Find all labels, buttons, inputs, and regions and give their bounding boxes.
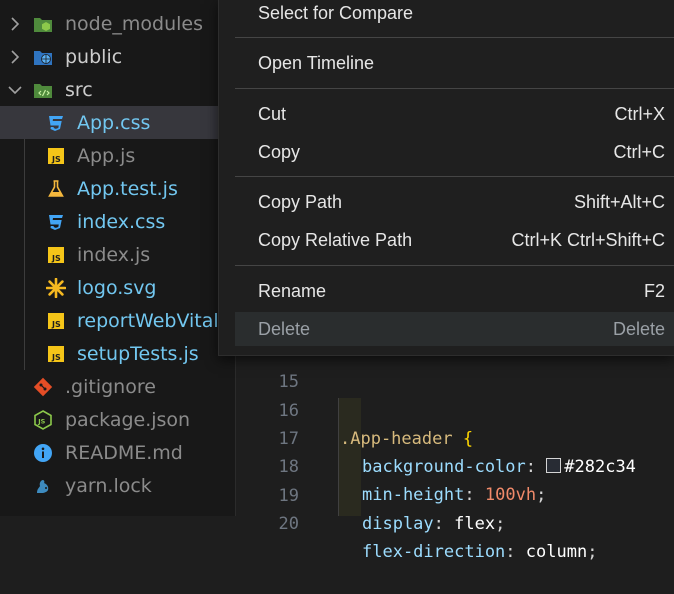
tree-item-label: App.test.js (77, 177, 178, 200)
open-timeline-menu-item[interactable]: Open Timeline (235, 46, 674, 80)
svg-file-icon (46, 277, 66, 298)
tree-item-label: package.json (65, 408, 191, 431)
tree-item-package-json[interactable]: JS package.json (0, 403, 236, 436)
info-file-icon (33, 443, 53, 463)
tree-item-label: public (65, 45, 123, 68)
menu-item-label: Open Timeline (258, 52, 375, 73)
copy-menu-item[interactable]: Copy Ctrl+C (235, 135, 674, 169)
tree-item-logo-svg[interactable]: logo.svg (0, 271, 236, 304)
menu-item-label: Copy Relative Path (258, 229, 413, 250)
git-file-icon (33, 377, 53, 397)
tree-item-src[interactable]: src (0, 73, 236, 106)
line-number: 20 (278, 514, 299, 534)
svg-text:JS: JS (51, 155, 61, 164)
tree-item-label: index.css (77, 210, 166, 233)
nodejs-file-icon: JS (33, 409, 53, 430)
menu-item-shortcut: Ctrl+C (613, 141, 665, 162)
tree-item-label: src (65, 78, 93, 101)
css-property: flex-direction (362, 542, 506, 562)
menu-item-shortcut: Delete (612, 318, 665, 339)
menu-separator (235, 37, 674, 38)
code-line: 20 flex-direction: column; (236, 482, 674, 562)
menu-item-label: Select for Compare (258, 2, 414, 23)
tree-item-label: logo.svg (77, 276, 157, 299)
tree-item-readme[interactable]: README.md (0, 436, 236, 469)
tree-item-label: App.js (77, 144, 136, 167)
tree-item-node-modules[interactable]: node_modules (0, 7, 236, 40)
menu-item-label: Delete (258, 318, 311, 339)
tree-item-label: .gitignore (65, 375, 156, 398)
tree-item-app-js[interactable]: JS App.js (0, 139, 236, 172)
tree-item-label: index.js (77, 243, 151, 266)
folder-public-icon (33, 47, 53, 67)
code-line: 17 background-color: #282c34 (236, 397, 674, 477)
menu-item-shortcut: F2 (643, 280, 665, 301)
menu-item-shortcut: Ctrl+X (614, 103, 665, 124)
code-line: 19 display: flex; (236, 454, 674, 534)
cut-menu-item[interactable]: Cut Ctrl+X (235, 97, 674, 131)
tree-item-app-css[interactable]: App.css (0, 106, 236, 139)
semicolon: ; (587, 542, 598, 562)
tree-item-label: setupTests.js (77, 342, 199, 365)
js-file-icon: JS (46, 344, 66, 364)
chevron-right-icon (8, 16, 22, 32)
menu-item-label: Cut (258, 103, 287, 124)
menu-item-label: Rename (258, 280, 327, 301)
svg-text:JS: JS (37, 417, 45, 425)
tree-item-setup-tests[interactable]: JS setupTests.js (0, 337, 236, 370)
svg-text:JS: JS (51, 320, 61, 329)
svg-text:JS: JS (51, 353, 61, 362)
tree-item-label: README.md (65, 441, 183, 464)
js-file-icon: JS (46, 311, 66, 331)
copy-relative-path-menu-item[interactable]: Copy Relative Path Ctrl+K Ctrl+Shift+C (235, 223, 674, 257)
menu-item-shortcut: Shift+Alt+C (573, 191, 665, 212)
code-line: 18 min-height: 100vh; (236, 425, 674, 505)
tree-item-label: yarn.lock (65, 474, 152, 497)
tree-item-label: App.css (77, 111, 151, 134)
js-file-icon: JS (46, 146, 66, 166)
folder-node-icon (33, 14, 53, 34)
tree-item-index-css[interactable]: index.css (0, 205, 236, 238)
tree-item-label: reportWebVitals (77, 309, 229, 332)
tree-item-index-js[interactable]: JS index.js (0, 238, 236, 271)
tree-item-report-web-vitals[interactable]: JS reportWebVitals (0, 304, 236, 337)
yarn-file-icon (33, 476, 53, 496)
folder-src-icon (33, 80, 53, 100)
js-file-icon: JS (46, 245, 66, 265)
tree-item-public[interactable]: public (0, 40, 236, 73)
explorer-sidebar: node_modules public src App.css JS App.j… (0, 0, 236, 516)
chevron-right-icon (8, 49, 22, 65)
delete-menu-item[interactable]: Delete Delete (235, 312, 674, 346)
menu-separator (235, 88, 674, 89)
semicolon: ; (495, 514, 506, 534)
menu-item-label: Copy (258, 141, 301, 162)
menu-item-label: Copy Path (258, 191, 343, 212)
chevron-down-icon (8, 82, 22, 98)
rename-menu-item[interactable]: Rename F2 (235, 274, 674, 308)
test-file-icon (46, 179, 66, 199)
menu-separator (235, 176, 674, 177)
svg-text:JS: JS (51, 254, 61, 263)
colon: : (505, 542, 516, 562)
css-file-icon (46, 212, 66, 232)
css-property: display (362, 514, 434, 534)
menu-item-shortcut: Ctrl+K Ctrl+Shift+C (511, 229, 665, 250)
menu-separator (235, 265, 674, 266)
css-value: column (525, 542, 588, 562)
select-for-compare-menu-item[interactable]: Select for Compare (235, 0, 674, 30)
code-text: display: flex; (362, 510, 505, 538)
context-menu: Select for Compare Open Timeline Cut Ctr… (218, 0, 674, 356)
css-file-icon (46, 113, 66, 133)
tree-item-label: node_modules (65, 12, 204, 35)
tree-item-gitignore[interactable]: .gitignore (0, 370, 236, 403)
tree-item-yarn-lock[interactable]: yarn.lock (0, 469, 236, 502)
css-value: flex (454, 514, 496, 534)
colon: : (433, 514, 444, 534)
code-text: flex-direction: column; (362, 538, 597, 566)
tree-item-app-test-js[interactable]: App.test.js (0, 172, 236, 205)
code-line: 16 .App-header { (236, 369, 674, 449)
copy-path-menu-item[interactable]: Copy Path Shift+Alt+C (235, 185, 674, 219)
